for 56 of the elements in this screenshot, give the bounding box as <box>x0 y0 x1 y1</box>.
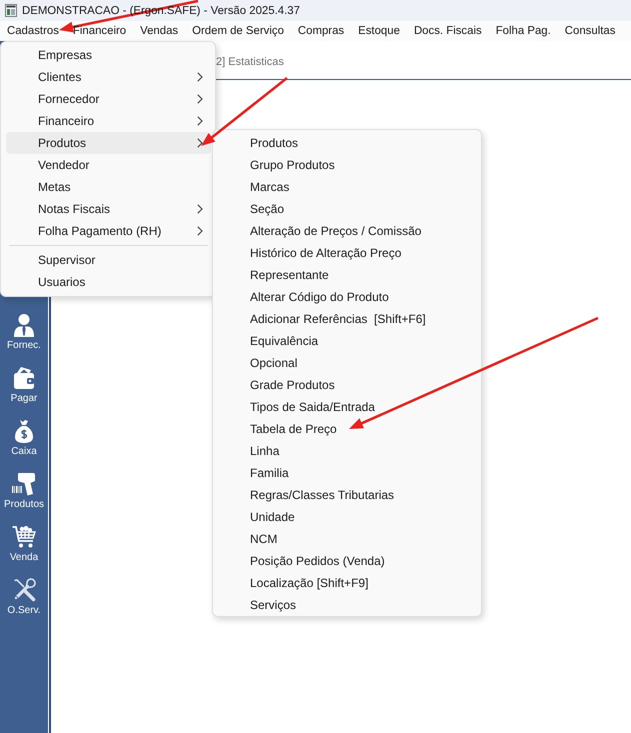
menu-item[interactable]: Histórico de Alteração Preço <box>218 242 477 264</box>
menu-item[interactable]: Usuarios <box>6 271 211 293</box>
sidebar-button[interactable]: Fornec. <box>0 311 48 354</box>
menu-item[interactable]: NCM <box>218 528 477 550</box>
menu-bar-item[interactable]: Folha Pag. <box>496 24 551 38</box>
menu-item[interactable]: Alterar Código do Produto <box>218 286 477 308</box>
menu-item[interactable]: Produtos <box>6 132 211 154</box>
app-icon <box>5 4 17 17</box>
menu-item[interactable]: Tipos de Saida/Entrada <box>218 396 477 418</box>
menu-bar-item[interactable]: Docs. Fiscais <box>414 24 482 38</box>
menu-item[interactable]: Regras/Classes Tributarias <box>218 484 477 506</box>
menu-item[interactable]: Marcas <box>218 176 477 198</box>
menu-item[interactable]: Tabela de Preço <box>218 418 477 440</box>
menu-bar-item[interactable]: Vendas <box>140 24 178 38</box>
sidebar-button[interactable]: Produtos <box>0 470 48 513</box>
menu-item[interactable]: Alteração de Preços / Comissão <box>218 220 477 242</box>
menu-item[interactable]: Localização [Shift+F9] <box>218 572 477 594</box>
menu-item[interactable]: Familia <box>218 462 477 484</box>
menu-bar-item[interactable]: Cadastros <box>7 24 59 38</box>
shopping-cart-icon <box>12 525 36 549</box>
menu-item[interactable]: Metas <box>6 176 211 198</box>
menu-item[interactable]: Empresas <box>6 44 211 66</box>
menu-item[interactable]: Equivalência <box>218 330 477 352</box>
menu-bar-item[interactable]: Estoque <box>358 24 400 38</box>
menu-item[interactable]: Notas Fiscais <box>6 198 211 220</box>
menu-item[interactable]: Clientes <box>6 66 211 88</box>
menu-item[interactable]: Representante <box>218 264 477 286</box>
sidebar-button[interactable]: Caixa <box>0 417 48 460</box>
tools-icon <box>12 578 36 602</box>
menu-item[interactable]: Vendedor <box>6 154 211 176</box>
wallet-icon <box>12 366 36 390</box>
menu-item[interactable]: Unidade <box>218 506 477 528</box>
menu-item[interactable]: Grupo Produtos <box>218 154 477 176</box>
menu-bar-item[interactable]: Financeiro <box>72 24 126 38</box>
barcode-scanner-icon <box>12 472 36 496</box>
sidebar-button[interactable]: Venda <box>0 523 48 566</box>
money-bag-icon <box>12 419 36 443</box>
menu-item[interactable]: Opcional <box>218 352 477 374</box>
menu-item[interactable]: Serviços <box>218 594 477 616</box>
sidebar-button[interactable]: O.Serv. <box>0 576 48 619</box>
menu-item[interactable]: Adicionar Referências [Shift+F6] <box>218 308 477 330</box>
menu-bar-item[interactable]: Compras <box>298 24 344 38</box>
menu-bar-item[interactable]: Consultas <box>564 24 616 38</box>
menu-item[interactable]: Produtos <box>218 132 477 154</box>
menu-item[interactable]: Seção <box>218 198 477 220</box>
menu-item[interactable]: Folha Pagamento (RH) <box>6 220 211 242</box>
menu-item[interactable]: Financeiro <box>6 110 211 132</box>
tab[interactable]: 2] Estatisticas <box>216 55 284 79</box>
sidebar-button[interactable]: Pagar <box>0 364 48 407</box>
menu-item[interactable]: Grade Produtos <box>218 374 477 396</box>
menu-item[interactable]: Linha <box>218 440 477 462</box>
menu-bar-item[interactable]: Ordem de Serviço <box>192 24 284 38</box>
person-icon <box>12 313 36 337</box>
menu-item[interactable]: Fornecedor <box>6 88 211 110</box>
menu-item[interactable]: Supervisor <box>6 249 211 271</box>
menu-item[interactable]: Posição Pedidos (Venda) <box>218 550 477 572</box>
